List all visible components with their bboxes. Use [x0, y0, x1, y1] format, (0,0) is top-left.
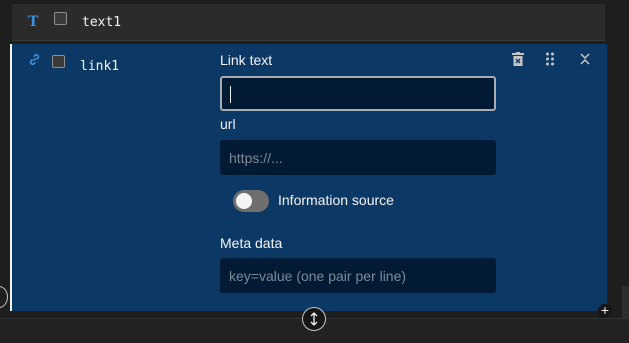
link-text-label: Link text: [220, 52, 273, 68]
url-input[interactable]: [220, 140, 496, 175]
row-name: text1: [82, 15, 122, 30]
resize-icon-svg: [310, 312, 318, 326]
drag-handle-icon[interactable]: [542, 52, 558, 69]
row-checkbox[interactable]: [52, 55, 65, 68]
row-checkbox[interactable]: [54, 12, 67, 25]
content-row-text1[interactable]: T text1: [12, 4, 605, 41]
information-source-toggle[interactable]: [233, 190, 269, 212]
collapse-icon[interactable]: [577, 52, 593, 69]
drag-handle-icon-svg: [546, 52, 554, 66]
text-type-icon: T: [28, 14, 39, 30]
link-text-input[interactable]: [220, 76, 496, 111]
meta-data-label: Meta data: [220, 235, 283, 251]
row-name: link1: [80, 59, 120, 74]
link-icon-svg: [29, 54, 40, 65]
collapse-icon-svg: [580, 53, 590, 65]
toggle-knob: [236, 193, 252, 209]
delete-icon[interactable]: [510, 52, 526, 69]
side-handle[interactable]: [0, 286, 8, 308]
link-editor-panel: link1 Link text url Information source M…: [10, 44, 607, 311]
meta-data-input[interactable]: [220, 258, 496, 293]
resize-icon[interactable]: [302, 307, 326, 331]
scrollbar[interactable]: [622, 286, 629, 320]
add-icon[interactable]: +: [598, 303, 612, 318]
delete-icon-svg: [512, 52, 524, 66]
url-label: url: [220, 116, 236, 132]
text-caret: [230, 86, 231, 103]
information-source-label: Information source: [278, 192, 394, 208]
link-icon: [28, 53, 41, 69]
